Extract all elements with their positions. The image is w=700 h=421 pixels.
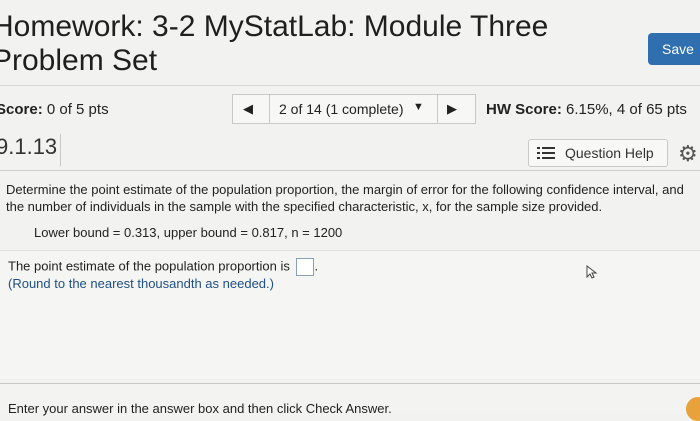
nav-divider	[437, 95, 438, 123]
question-help-label: Question Help	[565, 145, 654, 161]
page-title: Homework: 3-2 MyStatLab: Module Three Pr…	[0, 10, 612, 78]
caret-down-icon[interactable]: ▼	[413, 101, 424, 113]
page-title-line1: Homework: 3-2 MyStatLab: Module Three	[0, 10, 549, 43]
question-number: 9.1.13	[0, 134, 58, 159]
question-navigator: ◀ 2 of 14 (1 complete) ▼ ▶	[232, 94, 476, 124]
question-help-button[interactable]: Question Help	[528, 139, 668, 167]
previous-question-icon[interactable]: ◀	[243, 101, 253, 117]
question-score: Score: 0 of 5 pts	[0, 101, 109, 118]
answer-suffix: .	[314, 258, 319, 274]
question-selector[interactable]: 2 of 14 (1 complete)	[279, 101, 404, 117]
rounding-note: (Round to the nearest thousandth as need…	[8, 276, 274, 291]
hw-score-value: 6.15%, 4 of 65 pts	[566, 101, 687, 118]
next-question-icon[interactable]: ▶	[447, 101, 457, 117]
hw-score-label: HW Score:	[486, 101, 562, 118]
footer-instruction: Enter your answer in the answer box and …	[8, 401, 392, 416]
hw-score: HW Score: 6.15%, 4 of 65 pts	[486, 101, 687, 118]
header-divider	[0, 85, 700, 86]
list-icon	[537, 147, 555, 159]
footer-bar: Enter your answer in the answer box and …	[0, 383, 700, 416]
save-button[interactable]: Save	[648, 33, 700, 65]
page-title-line2: Problem Set	[0, 44, 158, 77]
score-value: 0 of 5 pts	[46, 101, 109, 118]
score-bar: Score: 0 of 5 pts ◀ 2 of 14 (1 complete)…	[0, 92, 700, 126]
mouse-cursor-icon	[586, 265, 598, 279]
answer-statement: The point estimate of the population pro…	[8, 258, 318, 276]
corner-badge-icon[interactable]	[686, 397, 700, 421]
question-prompt: Determine the point estimate of the popu…	[6, 182, 684, 214]
given-values: Lower bound = 0.313, upper bound = 0.817…	[34, 225, 343, 240]
question-divider	[0, 170, 700, 171]
nav-divider	[269, 95, 270, 123]
question-number-divider	[60, 134, 61, 166]
answer-prefix: The point estimate of the population pro…	[8, 258, 290, 274]
score-label: Score:	[0, 101, 43, 118]
gear-icon[interactable]: ⚙	[678, 141, 698, 167]
answer-input[interactable]	[296, 258, 315, 276]
